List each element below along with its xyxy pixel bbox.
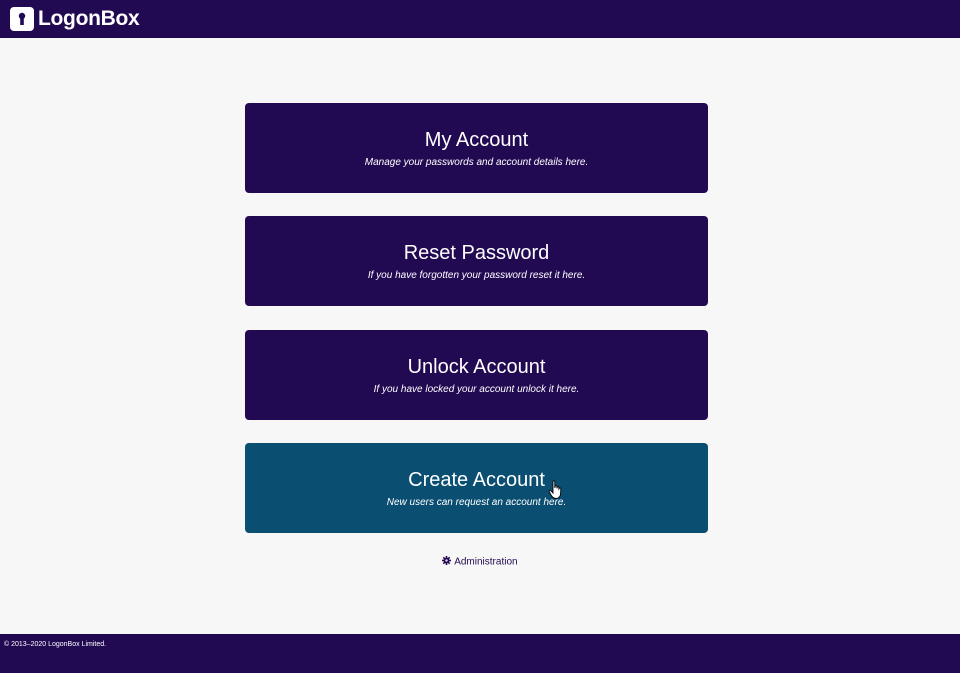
- keyhole-icon: [10, 7, 34, 31]
- top-bar: LogonBox: [0, 0, 960, 38]
- card-title: Create Account: [408, 469, 545, 491]
- card-title: Reset Password: [403, 242, 550, 264]
- card-title: Unlock Account: [407, 356, 546, 378]
- my-account-card[interactable]: My Account Manage your passwords and acc…: [245, 103, 708, 193]
- reset-password-card[interactable]: Reset Password If you have forgotten you…: [245, 216, 708, 306]
- footer: © 2013–2020 LogonBox Limited.: [0, 634, 960, 673]
- card-description: If you have locked your account unlock i…: [373, 384, 580, 395]
- administration-link[interactable]: Administration: [0, 556, 960, 568]
- unlock-account-card[interactable]: Unlock Account If you have locked your a…: [245, 330, 708, 420]
- card-title: My Account: [424, 129, 529, 151]
- card-description: If you have forgotten your password rese…: [367, 270, 586, 281]
- card-description: Manage your passwords and account detail…: [364, 157, 589, 168]
- brand-name: LogonBox: [38, 7, 140, 30]
- card-description: New users can request an account here.: [386, 497, 567, 508]
- copyright-text: © 2013–2020 LogonBox Limited.: [4, 641, 107, 648]
- create-account-card[interactable]: Create Account New users can request an …: [245, 443, 708, 533]
- brand-logo[interactable]: LogonBox: [10, 7, 140, 31]
- administration-label: Administration: [454, 556, 518, 568]
- gear-icon: [442, 556, 454, 568]
- hand-cursor-icon: [548, 480, 562, 499]
